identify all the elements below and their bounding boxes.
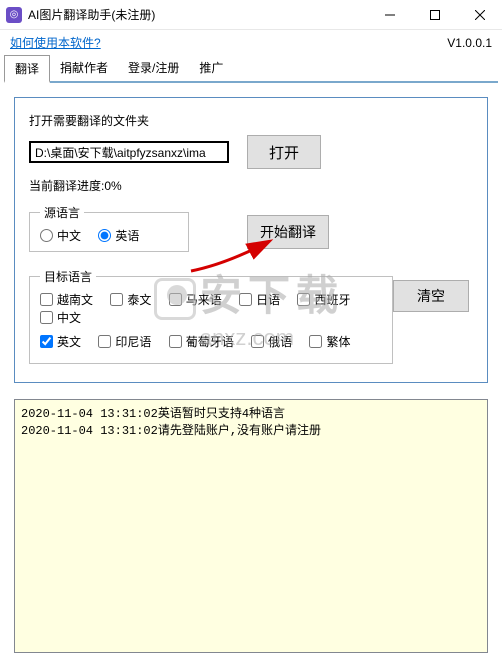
progress-label: 当前翻译进度:0%: [29, 177, 473, 194]
target-legend: 目标语言: [40, 268, 96, 285]
minimize-button[interactable]: [367, 0, 412, 30]
header-row: 如何使用本软件? V1.0.0.1: [0, 30, 502, 53]
check-thai[interactable]: 泰文: [110, 291, 151, 308]
tab-promote[interactable]: 推广: [189, 55, 233, 81]
check-chinese[interactable]: 中文: [40, 309, 81, 326]
open-folder-label: 打开需要翻译的文件夹: [29, 112, 473, 129]
tab-donate[interactable]: 捐献作者: [50, 55, 118, 81]
window-title: AI图片翻译助手(未注册): [28, 6, 367, 23]
check-spanish[interactable]: 西班牙: [297, 291, 350, 308]
help-link[interactable]: 如何使用本软件?: [10, 34, 101, 51]
start-translate-button[interactable]: 开始翻译: [247, 215, 329, 249]
open-button[interactable]: 打开: [247, 135, 321, 169]
tab-translate[interactable]: 翻译: [4, 55, 50, 83]
check-portuguese[interactable]: 葡萄牙语: [169, 333, 234, 350]
folder-path-input[interactable]: [29, 141, 229, 163]
app-icon: ◎: [6, 7, 22, 23]
check-indonesian[interactable]: 印尼语: [98, 333, 151, 350]
source-legend: 源语言: [40, 204, 84, 221]
check-english[interactable]: 英文: [40, 333, 81, 350]
source-language-group: 源语言 中文 英语: [29, 204, 189, 252]
check-malay[interactable]: 马来语: [169, 291, 222, 308]
tab-bar: 翻译 捐献作者 登录/注册 推广: [4, 55, 498, 83]
check-traditional[interactable]: 繁体: [309, 333, 350, 350]
tab-login[interactable]: 登录/注册: [118, 55, 189, 81]
main-panel: 打开需要翻译的文件夹 打开 当前翻译进度:0% 源语言 中文 英语 开始翻译 目…: [0, 83, 502, 399]
form-block: 打开需要翻译的文件夹 打开 当前翻译进度:0% 源语言 中文 英语 开始翻译 目…: [14, 97, 488, 383]
check-russian[interactable]: 俄语: [251, 333, 292, 350]
clear-button[interactable]: 清空: [393, 280, 469, 312]
version-label: V1.0.0.1: [447, 36, 492, 50]
maximize-button[interactable]: [412, 0, 457, 30]
radio-english[interactable]: 英语: [98, 227, 139, 244]
titlebar: ◎ AI图片翻译助手(未注册): [0, 0, 502, 30]
target-language-group: 目标语言 越南文 泰文 马来语 日语 西班牙 中文 英文 印尼语 葡萄牙语 俄语: [29, 268, 393, 364]
check-vietnamese[interactable]: 越南文: [40, 291, 93, 308]
log-output[interactable]: 2020-11-04 13:31:02英语暂时只支持4种语言 2020-11-0…: [14, 399, 488, 653]
check-japanese[interactable]: 日语: [239, 291, 280, 308]
radio-chinese[interactable]: 中文: [40, 227, 81, 244]
close-button[interactable]: [457, 0, 502, 30]
